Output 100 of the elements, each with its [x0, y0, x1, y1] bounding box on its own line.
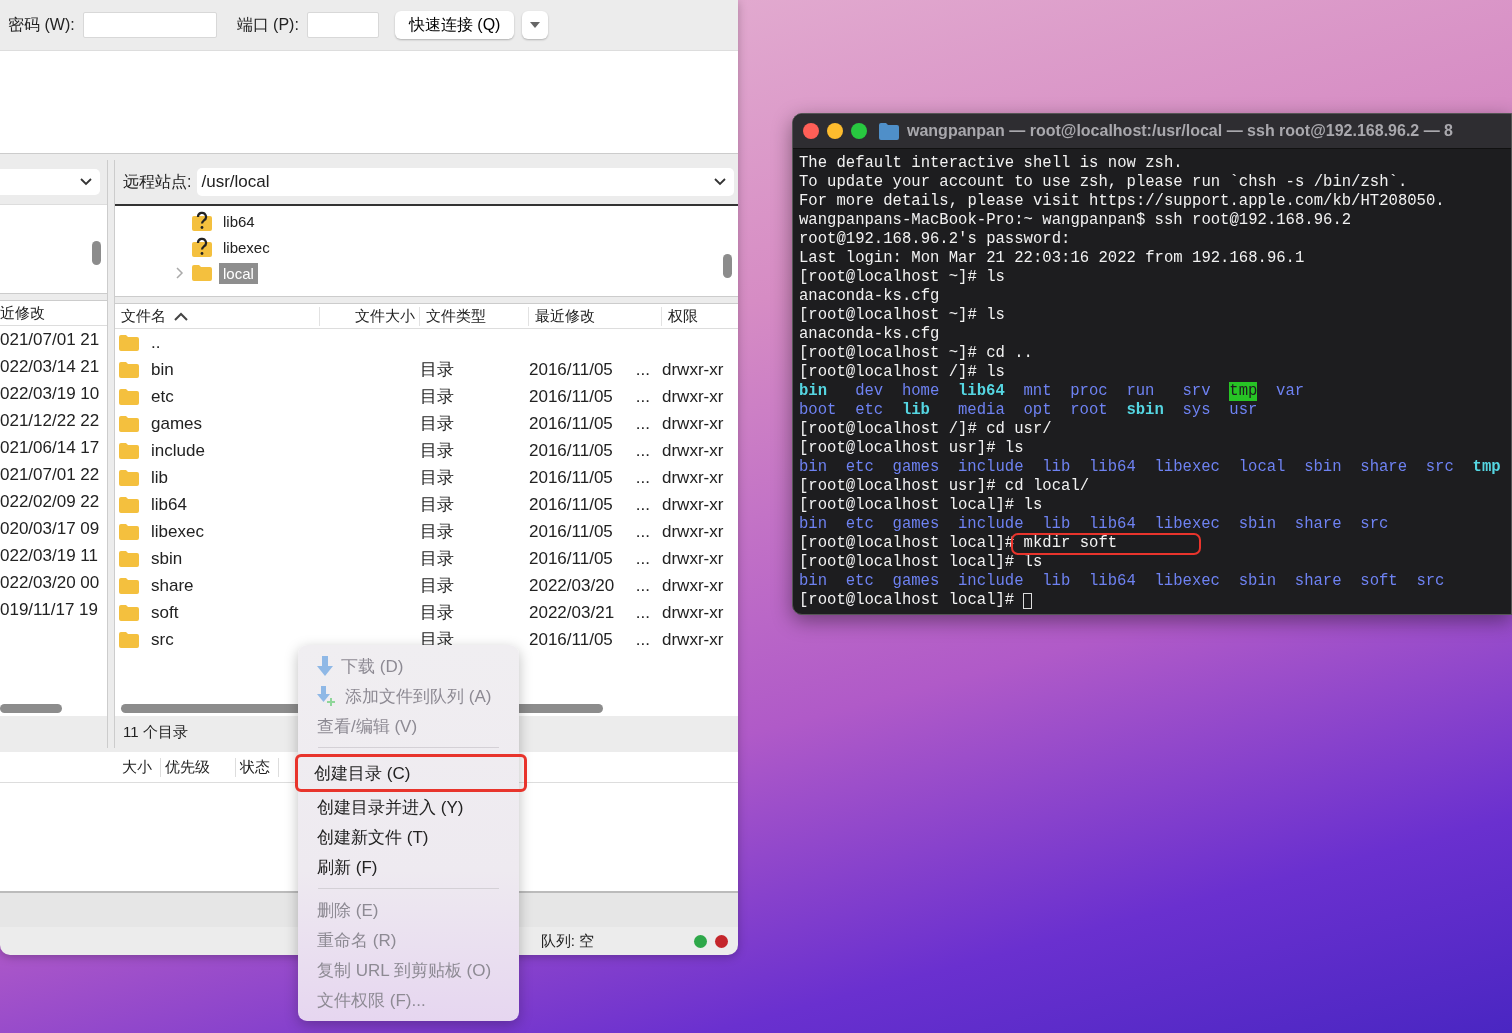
file-name[interactable]: lib64	[151, 494, 187, 515]
column-header[interactable]: 文件类型	[420, 306, 529, 326]
text-field[interactable]	[306, 12, 379, 38]
table-cell-text: drwxr-xr	[662, 359, 725, 380]
down-arrow-plus-icon	[317, 686, 337, 706]
file-name[interactable]: etc	[151, 386, 174, 407]
down-arrow-icon	[317, 656, 333, 676]
terminal-prompt: [root@localhost local]#	[799, 591, 1015, 610]
file-name[interactable]: games	[151, 413, 203, 434]
table-cell: ...	[635, 413, 650, 434]
minimize-button[interactable]	[827, 123, 843, 139]
table-cell-text: 目录	[420, 548, 455, 570]
column-header[interactable]: 状态	[236, 757, 279, 777]
table-cell-text: drwxr-xr	[662, 440, 725, 461]
folder-icon	[119, 469, 139, 486]
directory-name: etc	[855, 401, 884, 420]
unknown-folder-icon	[192, 237, 212, 257]
folder-icon	[119, 523, 139, 540]
menu-item[interactable]: 刷新 (F)	[298, 852, 519, 882]
terminal-line: [root@localhost /]# cd usr/	[799, 420, 1053, 439]
terminal-line: root@192.168.96.2's password:	[799, 230, 1072, 249]
menu-item[interactable]: 创建新文件 (T)	[298, 822, 519, 852]
directory-name: src	[1360, 515, 1389, 534]
directory-name: bin	[799, 515, 828, 534]
remote-site-label: 远程站点:	[123, 171, 192, 192]
column-header[interactable]: 优先级	[161, 757, 236, 777]
directory-name: sbin	[1238, 572, 1277, 591]
table-cell-text: 目录	[420, 413, 455, 435]
column-header[interactable]: 近修改	[0, 303, 45, 323]
remote-path-field[interactable]: /usr/local	[197, 168, 734, 196]
directory-name: soft	[1360, 572, 1398, 591]
directory-name: var	[1276, 382, 1305, 401]
column-header[interactable]: 权限	[662, 306, 738, 326]
table-cell: ...	[635, 521, 650, 542]
table-cell: 021/06/14 17	[0, 437, 100, 458]
chevron-down-icon	[714, 178, 726, 186]
scrollbar-thumb[interactable]	[92, 241, 101, 265]
close-button[interactable]	[803, 123, 819, 139]
directory-name: bin	[799, 458, 828, 477]
column-header[interactable]: 文件名	[115, 306, 320, 326]
menu-item[interactable]: 创建目录 (C)	[295, 754, 527, 792]
table-cell-text: 目录	[420, 467, 455, 489]
tree-item[interactable]: libexec	[219, 236, 274, 258]
terminal-line: [root@localhost ~]# cd ..	[799, 344, 1034, 363]
terminal-line: The default interactive shell is now zsh.	[799, 154, 1184, 173]
text-field[interactable]	[82, 12, 217, 38]
terminal-line: anaconda-ks.cfg	[799, 287, 941, 306]
chevron-right-icon[interactable]	[176, 267, 184, 279]
directory-name: etc	[845, 515, 874, 534]
table-cell-text: 目录	[420, 521, 455, 543]
folder-icon	[119, 604, 139, 621]
directory-name: libexec	[1154, 572, 1220, 591]
terminal-line: [root@localhost usr]# cd local/	[799, 477, 1091, 496]
menu-item[interactable]: 创建目录并进入 (Y)	[298, 792, 519, 822]
table-cell-text: 目录	[420, 386, 455, 408]
table-cell: ...	[635, 359, 650, 380]
folder-icon	[119, 334, 139, 351]
directory-name: games	[892, 572, 940, 591]
file-name[interactable]: src	[151, 629, 174, 650]
directory-name: opt	[1023, 401, 1052, 420]
table-cell: 2016/11/05	[529, 548, 613, 569]
zoom-button[interactable]	[851, 123, 867, 139]
directory-name: games	[892, 458, 940, 477]
table-cell: 020/03/17 09	[0, 518, 100, 539]
table-cell: 022/03/20 00	[0, 572, 100, 593]
table-cell: ...	[635, 602, 650, 623]
column-header[interactable]: 文件大小	[320, 306, 420, 326]
dropdown-button[interactable]	[522, 11, 549, 39]
directory-name: libexec	[1154, 515, 1220, 534]
quickconnect-button[interactable]: 快速连接 (Q)	[394, 11, 515, 39]
table-cell-text: drwxr-xr	[662, 467, 725, 488]
table-cell-text: drwxr-xr	[662, 575, 725, 596]
directory-name: bin	[799, 572, 828, 591]
tree-item[interactable]: lib64	[219, 210, 259, 232]
file-name[interactable]: sbin	[151, 548, 183, 569]
table-cell-text: drwxr-xr	[662, 629, 725, 650]
directory-name: share	[1294, 515, 1342, 534]
scrollbar-thumb[interactable]	[0, 704, 62, 713]
directory-name: include	[958, 515, 1024, 534]
file-name[interactable]: ..	[151, 332, 161, 353]
file-name[interactable]: bin	[151, 359, 174, 380]
folder-icon	[119, 631, 139, 648]
directory-name: run	[1126, 382, 1156, 401]
table-cell-text: 目录	[420, 440, 455, 462]
scrollbar-thumb[interactable]	[723, 254, 732, 278]
terminal-line: [root@localhost usr]# ls	[799, 439, 1025, 458]
file-name[interactable]: libexec	[151, 521, 204, 542]
status-text: 11 个目录	[123, 722, 188, 742]
table-cell: ...	[635, 629, 650, 650]
directory-name: lib	[1042, 572, 1071, 591]
file-name[interactable]: share	[151, 575, 194, 596]
directory-name: lib64	[1089, 572, 1136, 591]
file-name[interactable]: include	[151, 440, 205, 461]
column-header[interactable]: 最近修改	[529, 306, 662, 326]
column-header[interactable]: 大小	[118, 757, 161, 777]
directory-name: lib	[901, 401, 931, 420]
terminal-line: [root@localhost /]# ls	[799, 363, 1006, 382]
file-name[interactable]: soft	[151, 602, 179, 623]
folder-icon	[119, 361, 139, 378]
file-name[interactable]: lib	[151, 467, 168, 488]
